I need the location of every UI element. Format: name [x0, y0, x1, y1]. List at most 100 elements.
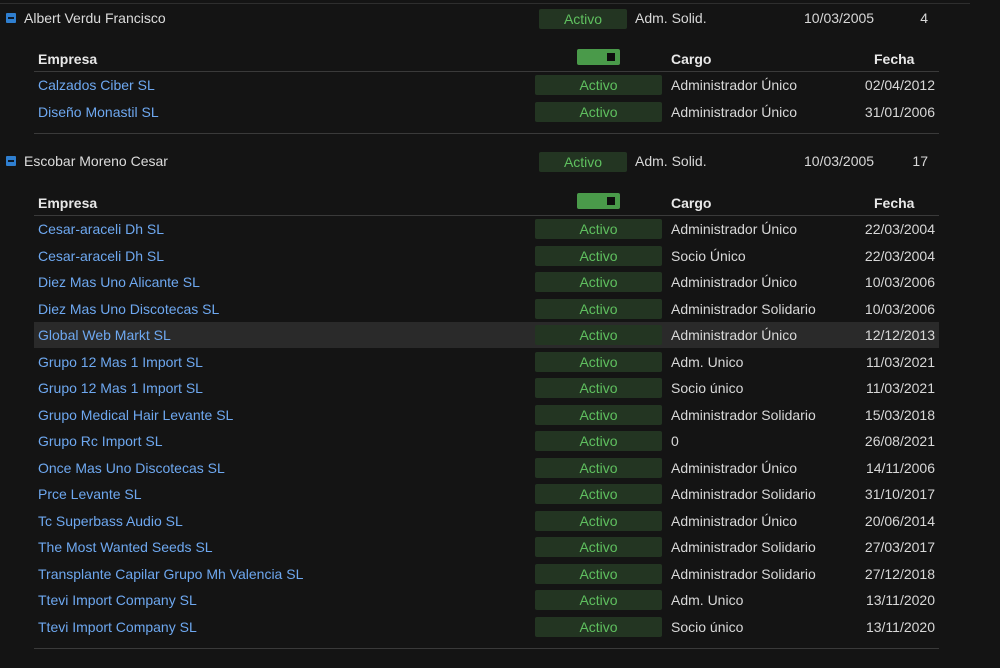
company-count: 17	[912, 153, 928, 169]
table-row[interactable]: The Most Wanted Seeds SL Activo Administra…	[34, 534, 939, 560]
fecha-cell: 11/03/2021	[865, 380, 935, 396]
status-badge: Activo	[535, 484, 662, 504]
table-row[interactable]: Grupo 12 Mas 1 Import SL Activo Adm. Unico…	[34, 349, 939, 375]
header-empresa[interactable]: Empresa	[38, 195, 97, 211]
status-badge: Activo	[535, 378, 662, 398]
status-badge: Activo	[535, 431, 662, 451]
table-row[interactable]: Tc Superbass Audio SL Activo Administrador…	[34, 508, 939, 534]
fecha-cell: 13/11/2020	[865, 592, 935, 608]
person-name[interactable]: Albert Verdu Francisco	[24, 10, 166, 26]
table-header: Empresa Cargo Fecha	[34, 191, 939, 216]
table-row[interactable]: Ttevi Import Company SL Activo Adm. Unico 1…	[34, 587, 939, 613]
fecha-cell: 10/03/2006	[864, 300, 935, 317]
company-link[interactable]: Diez Mas Uno Discotecas SL	[38, 301, 219, 317]
company-link[interactable]: Cesar-araceli Dh SL	[38, 221, 164, 237]
status-badge: Activo	[535, 563, 662, 584]
company-link[interactable]: Grupo 12 Mas 1 Import SL	[38, 380, 203, 396]
fecha-cell: 22/03/2004	[864, 221, 935, 237]
fecha-cell: 14/11/2006	[865, 459, 935, 476]
cargo-cell: Administrador Solidario	[671, 565, 816, 582]
cargo-cell: Administrador Solidario	[671, 486, 816, 502]
active-filter-toggle[interactable]	[577, 193, 620, 209]
cargo-cell: Administrador Solidario	[671, 300, 816, 317]
header-fecha[interactable]: Fecha	[874, 195, 914, 211]
company-link[interactable]: Global Web Markt SL	[38, 327, 171, 343]
status-badge: Activo	[535, 404, 662, 425]
table-row[interactable]: Cesar-araceli Dh SL Activo Administrador Ú…	[34, 216, 939, 242]
company-link[interactable]: Ttevi Import Company SL	[38, 592, 197, 608]
status-badge: Activo	[535, 101, 662, 122]
header-empresa[interactable]: Empresa	[38, 51, 97, 67]
person-row[interactable]: Albert Verdu Francisco Activo Adm. Solid…	[0, 5, 970, 31]
cargo-cell: Administrador Único	[671, 77, 798, 93]
company-link[interactable]: Calzados Ciber SL	[38, 77, 155, 93]
table-row[interactable]: Once Mas Uno Discotecas SL Activo Administ…	[34, 455, 939, 481]
company-link[interactable]: Cesar-araceli Dh SL	[38, 248, 164, 264]
active-filter-toggle[interactable]	[577, 49, 620, 65]
table-row[interactable]: Global Web Markt SL Activo Administrador Ú…	[34, 322, 939, 348]
company-link[interactable]: Prce Levante SL	[38, 486, 142, 502]
table-row[interactable]: Ttevi Import Company SL Activo Socio único…	[34, 614, 939, 640]
person-row[interactable]: Escobar Moreno Cesar Activo Adm. Solid. …	[0, 148, 970, 174]
company-link[interactable]: Ttevi Import Company SL	[38, 619, 197, 635]
status-badge: Activo	[535, 245, 662, 266]
fecha-cell: 26/08/2021	[864, 433, 935, 449]
company-link[interactable]: Tc Superbass Audio SL	[38, 513, 183, 529]
status-badge: Activo	[535, 75, 662, 95]
table-row[interactable]: Transplante Capilar Grupo Mh Valencia SL…	[34, 561, 939, 587]
fecha-cell: 11/03/2021	[865, 353, 935, 370]
person-name[interactable]: Escobar Moreno Cesar	[24, 153, 168, 169]
person-fecha: 10/03/2005	[804, 10, 875, 26]
status-badge: Activo	[535, 351, 662, 372]
status-badge: Activo	[539, 9, 627, 29]
fecha-cell: 20/06/2014	[864, 512, 935, 529]
fecha-cell: 10/03/2006	[864, 274, 935, 290]
header-fecha[interactable]: Fecha	[874, 51, 914, 67]
status-badge: Activo	[535, 298, 662, 319]
company-link[interactable]: Once Mas Uno Discotecas SL	[38, 460, 225, 476]
company-link[interactable]: The Most Wanted Seeds SL	[38, 539, 213, 555]
company-link[interactable]: Diez Mas Uno Alicante SL	[38, 274, 200, 290]
section-divider	[34, 648, 939, 649]
table-row[interactable]: Cesar-araceli Dh SL Activo Socio Único 22/0…	[34, 243, 939, 269]
status-badge: Activo	[535, 616, 662, 637]
collapse-icon[interactable]	[6, 156, 16, 166]
header-cargo[interactable]: Cargo	[671, 195, 711, 211]
company-link[interactable]: Grupo 12 Mas 1 Import SL	[38, 354, 203, 370]
table-row[interactable]: Prce Levante SL Activo Administrador Solid…	[34, 481, 939, 507]
person-fecha: 10/03/2005	[804, 153, 875, 169]
status-badge: Activo	[535, 272, 662, 292]
cargo-cell: Socio único	[671, 618, 744, 635]
table-row[interactable]: Grupo Rc Import SL Activo 0 26/08/2021	[34, 428, 939, 454]
header-cargo[interactable]: Cargo	[671, 51, 711, 67]
table-row[interactable]: Diseño Monastil SL Activo Administrador Ún…	[34, 99, 939, 125]
table-row[interactable]: Diez Mas Uno Alicante SL Activo Administra…	[34, 269, 939, 295]
table-row[interactable]: Calzados Ciber SL Activo Administrador Úni…	[34, 72, 939, 98]
table-row[interactable]: Grupo Medical Hair Levante SL Activo Admin…	[34, 402, 939, 428]
company-link[interactable]: Grupo Rc Import SL	[38, 433, 163, 449]
cargo-cell: Administrador Único	[671, 221, 798, 237]
cargo-cell: Administrador Único	[671, 512, 798, 529]
cargo-cell: 0	[671, 433, 679, 449]
fecha-cell: 31/10/2017	[864, 486, 935, 502]
status-badge: Activo	[535, 510, 662, 531]
company-link[interactable]: Grupo Medical Hair Levante SL	[38, 407, 233, 423]
section-divider	[34, 133, 939, 134]
table-row[interactable]: Diez Mas Uno Discotecas SL Activo Administ…	[34, 296, 939, 322]
table-row[interactable]: Grupo 12 Mas 1 Import SL Activo Socio únic…	[34, 375, 939, 401]
fecha-cell: 15/03/2018	[864, 406, 935, 423]
cargo-cell: Socio Único	[671, 247, 746, 264]
status-badge: Activo	[535, 590, 662, 610]
fecha-cell: 02/04/2012	[864, 77, 935, 93]
fecha-cell: 27/03/2017	[864, 539, 935, 555]
company-link[interactable]: Diseño Monastil SL	[38, 104, 159, 120]
fecha-cell: 31/01/2006	[864, 103, 935, 120]
collapse-icon[interactable]	[6, 13, 16, 23]
status-badge: Activo	[535, 537, 662, 557]
company-link[interactable]: Transplante Capilar Grupo Mh Valencia SL	[38, 566, 303, 582]
person-cargo: Adm. Solid.	[635, 153, 707, 169]
cargo-cell: Administrador Único	[671, 459, 798, 476]
cargo-cell: Adm. Unico	[671, 592, 744, 608]
company-count: 4	[920, 10, 928, 26]
fecha-cell: 13/11/2020	[865, 618, 935, 635]
